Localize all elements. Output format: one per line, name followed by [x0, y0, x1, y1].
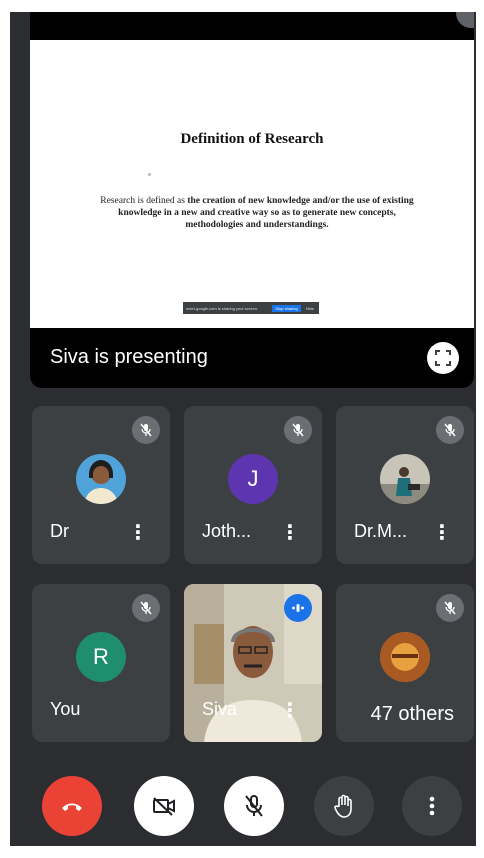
more-vert-icon[interactable]: ⋮ [280, 523, 300, 543]
more-vert-icon[interactable]: ⋮ [432, 523, 452, 543]
camera-button[interactable] [134, 776, 194, 836]
raise-hand-button[interactable] [314, 776, 374, 836]
others-count: 47 others [360, 697, 464, 732]
share-bar-text: meet.google.com is sharing your screen. [186, 305, 259, 311]
mic-off-icon [284, 416, 312, 444]
slide-body: Research is defined as the creation of n… [90, 195, 424, 231]
mic-off-icon [436, 416, 464, 444]
screen-share-bar: meet.google.com is sharing your screen. … [183, 302, 319, 314]
hide-button: Hide [305, 305, 314, 311]
participant-name: You [50, 699, 81, 719]
participant-name: Dr.M... [354, 521, 407, 541]
more-vert-icon[interactable]: ⋮ [280, 701, 300, 721]
more-options-button[interactable] [402, 776, 462, 836]
participant-tile[interactable]: J Joth... ⋮ [184, 406, 322, 564]
presentation-panel[interactable]: Definition of Research Research is defin… [30, 12, 474, 388]
avatar-initial: J [228, 454, 278, 504]
participant-name: Joth... [202, 521, 252, 541]
more-vert-icon[interactable]: ⋮ [128, 523, 148, 543]
corner-button[interactable] [456, 12, 474, 28]
others-tile[interactable]: 47 others [336, 584, 474, 742]
presenting-label: Siva is presenting [50, 346, 208, 368]
participant-tile[interactable]: Dr ⋮ [32, 406, 170, 564]
mic-off-icon [132, 416, 160, 444]
participant-tile[interactable]: R You [32, 584, 170, 742]
fullscreen-icon [435, 350, 451, 366]
avatar [380, 454, 430, 504]
meet-screen: Definition of Research Research is defin… [10, 12, 476, 846]
speaking-indicator-icon [284, 594, 312, 622]
mic-off-icon [245, 795, 263, 817]
slide: Definition of Research Research is defin… [30, 40, 474, 328]
participant-name: Dr [50, 521, 69, 541]
end-call-button[interactable] [42, 776, 102, 836]
slide-dot [148, 173, 151, 176]
participant-video-tile[interactable]: Siva ⋮ [184, 584, 322, 742]
participant-name: Siva [202, 699, 238, 719]
hand-icon [334, 794, 352, 818]
slide-title: Definition of Research [180, 131, 324, 147]
avatar-initial: R [76, 632, 126, 682]
phone-hangup-icon [62, 803, 82, 811]
camera-off-icon [153, 797, 175, 816]
mic-off-icon [132, 594, 160, 622]
avatar [76, 454, 126, 504]
avatar [380, 632, 430, 682]
stop-sharing-button: Stop sharing [272, 304, 301, 312]
fullscreen-button[interactable] [427, 342, 459, 374]
more-vert-icon [429, 796, 435, 816]
participant-tile[interactable]: Dr.M... ⋮ [336, 406, 474, 564]
mic-button[interactable] [224, 776, 284, 836]
slide-body-plain: Research is defined as [100, 196, 188, 206]
mic-off-icon [436, 594, 464, 622]
